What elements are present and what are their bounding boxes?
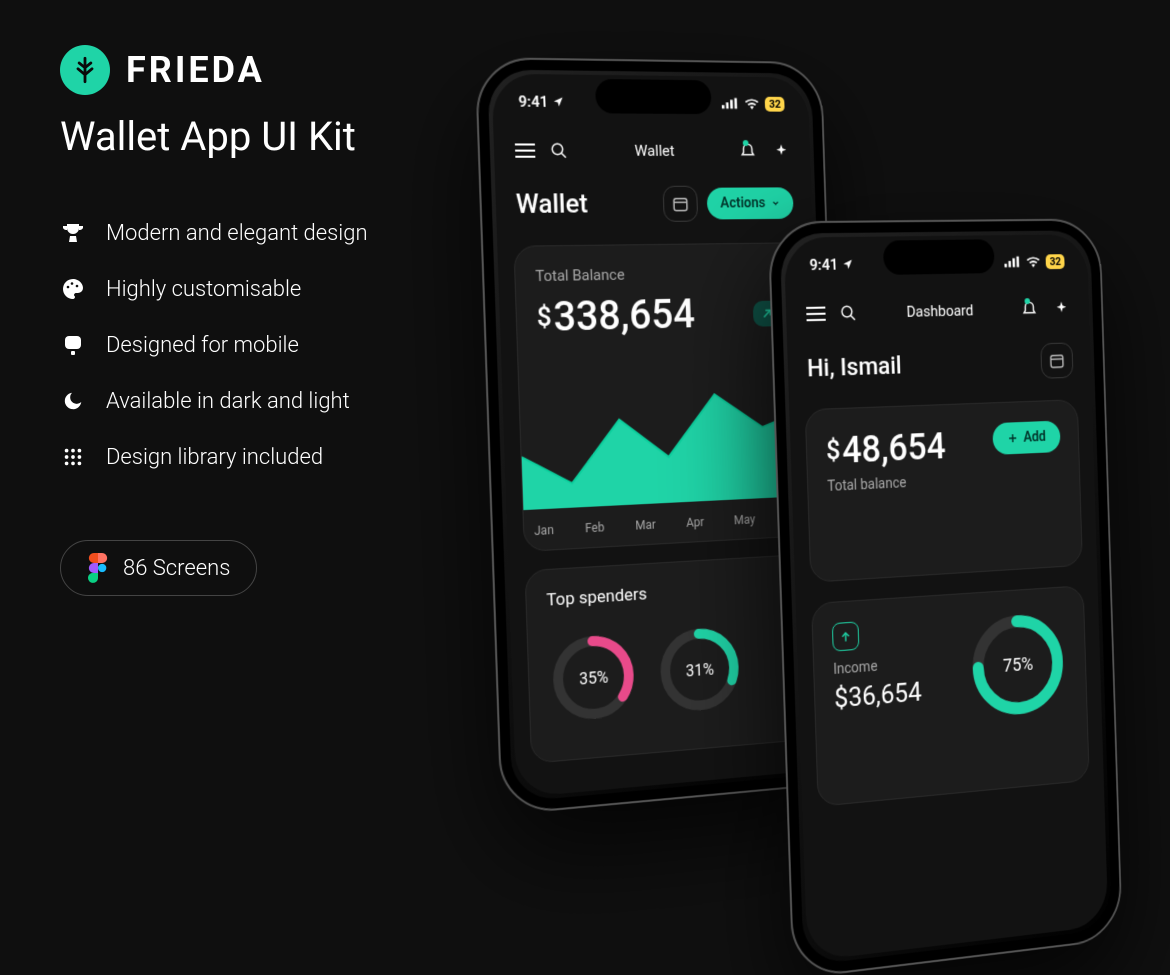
battery-badge: 32 <box>765 96 785 111</box>
header-title: Wallet <box>570 142 738 160</box>
time-text: 9:41 <box>809 255 838 274</box>
ring-percent: 31% <box>655 622 744 718</box>
section-header: Hi, Ismail <box>787 342 1091 387</box>
signal-icon <box>1005 256 1022 268</box>
spender-ring: 35% <box>548 629 639 726</box>
currency-symbol: $ <box>834 683 849 715</box>
battery-badge: 32 <box>1046 254 1065 269</box>
tree-icon <box>71 56 99 84</box>
arrow-up-icon <box>832 621 860 651</box>
actions-label: Actions <box>720 195 766 211</box>
wifi-icon <box>1026 255 1041 267</box>
currency-symbol: $ <box>536 302 552 333</box>
income-amount: 36,654 <box>848 677 922 713</box>
app-header: Dashboard <box>786 297 1090 326</box>
sparkle-icon[interactable] <box>1051 297 1071 319</box>
status-right: 32 <box>722 96 785 111</box>
dashboard-balance-card[interactable]: $ 48,654 Total balance Add <box>805 399 1083 583</box>
plus-icon <box>1007 432 1018 444</box>
location-icon <box>842 258 854 270</box>
notification-icon[interactable] <box>1019 298 1039 320</box>
balance-value: 338,654 <box>553 290 696 340</box>
month-label: Feb <box>585 520 605 535</box>
header-title: Dashboard <box>859 300 1020 322</box>
brand-logo <box>60 45 110 95</box>
section-header: Wallet Actions <box>495 185 812 223</box>
chart-x-axis: Jan Feb Mar Apr May Ju <box>534 510 797 538</box>
app-header: Wallet <box>494 139 811 162</box>
month-label: Jan <box>534 523 554 538</box>
brand-name: FRIEDA <box>126 49 265 91</box>
calendar-button[interactable] <box>663 186 699 222</box>
add-button[interactable]: Add <box>992 420 1061 454</box>
spender-rings: 35% 31% <box>548 619 794 727</box>
phone-notch <box>883 239 995 275</box>
month-label: Mar <box>635 518 656 533</box>
feature-text: Designed for mobile <box>106 333 299 358</box>
feature-text: Design library included <box>106 445 323 470</box>
currency-symbol: $ <box>826 435 841 466</box>
feature-text: Available in dark and light <box>106 389 350 414</box>
income-value: $36,654 <box>834 677 922 714</box>
balance-value: 48,654 <box>842 425 947 472</box>
ring-percent: 75% <box>966 607 1069 723</box>
device-icon <box>60 332 86 358</box>
status-time: 9:41 <box>518 92 564 111</box>
status-right: 32 <box>1004 254 1064 270</box>
balance-sublabel: Total balance <box>827 468 1062 495</box>
calendar-button[interactable] <box>1040 342 1073 378</box>
add-label: Add <box>1023 429 1046 446</box>
ring-percent: 35% <box>548 629 639 726</box>
month-label: May <box>734 512 756 527</box>
income-ring: 75% <box>966 607 1069 723</box>
search-icon[interactable] <box>548 139 571 161</box>
phone-notch <box>595 79 712 114</box>
search-icon[interactable] <box>838 302 860 325</box>
greeting: Hi, Ismail <box>807 351 902 382</box>
screens-badge: 86 Screens <box>60 540 257 596</box>
balance-chart <box>519 369 811 511</box>
figma-icon <box>87 553 109 583</box>
feature-text: Modern and elegant design <box>106 221 368 246</box>
spenders-card[interactable]: Top spenders 35% 31% <box>524 554 814 764</box>
mockup-stage: 9:41 32 Wallet Wallet <box>430 30 1170 790</box>
feature-text: Highly customisable <box>106 277 301 302</box>
time-text: 9:41 <box>518 92 548 111</box>
actions-button[interactable]: Actions <box>707 187 794 219</box>
balance-amount: $ 338,654 <box>536 289 782 341</box>
screens-count: 86 Screens <box>123 556 230 581</box>
phone-dashboard: 9:41 32 Dashboard Hi, Isma <box>768 218 1123 975</box>
phone-screen: 9:41 32 Dashboard Hi, Isma <box>784 234 1109 961</box>
wifi-icon <box>744 98 759 110</box>
status-time: 9:41 <box>809 255 853 274</box>
notification-icon[interactable] <box>737 140 758 162</box>
sparkle-icon[interactable] <box>771 140 792 162</box>
chevron-down-icon <box>771 198 781 208</box>
income-label: Income <box>833 655 921 678</box>
signal-icon <box>722 97 739 109</box>
balance-label: Total Balance <box>535 263 780 285</box>
section-title: Wallet <box>515 189 588 220</box>
month-label: Apr <box>686 515 704 530</box>
trophy-icon <box>60 220 86 246</box>
income-card[interactable]: Income $36,654 75% <box>811 585 1090 807</box>
moon-icon <box>60 388 86 414</box>
menu-icon[interactable] <box>514 139 537 162</box>
grid-icon <box>60 444 86 470</box>
palette-icon <box>60 276 86 302</box>
balance-card[interactable]: Total Balance $ 338,654 Jan Feb Mar Apr <box>513 242 808 552</box>
spenders-title: Top spenders <box>546 575 790 610</box>
menu-icon[interactable] <box>805 302 827 325</box>
income-block: Income $36,654 <box>832 617 922 714</box>
location-icon <box>552 96 564 108</box>
spender-ring: 31% <box>655 622 744 718</box>
